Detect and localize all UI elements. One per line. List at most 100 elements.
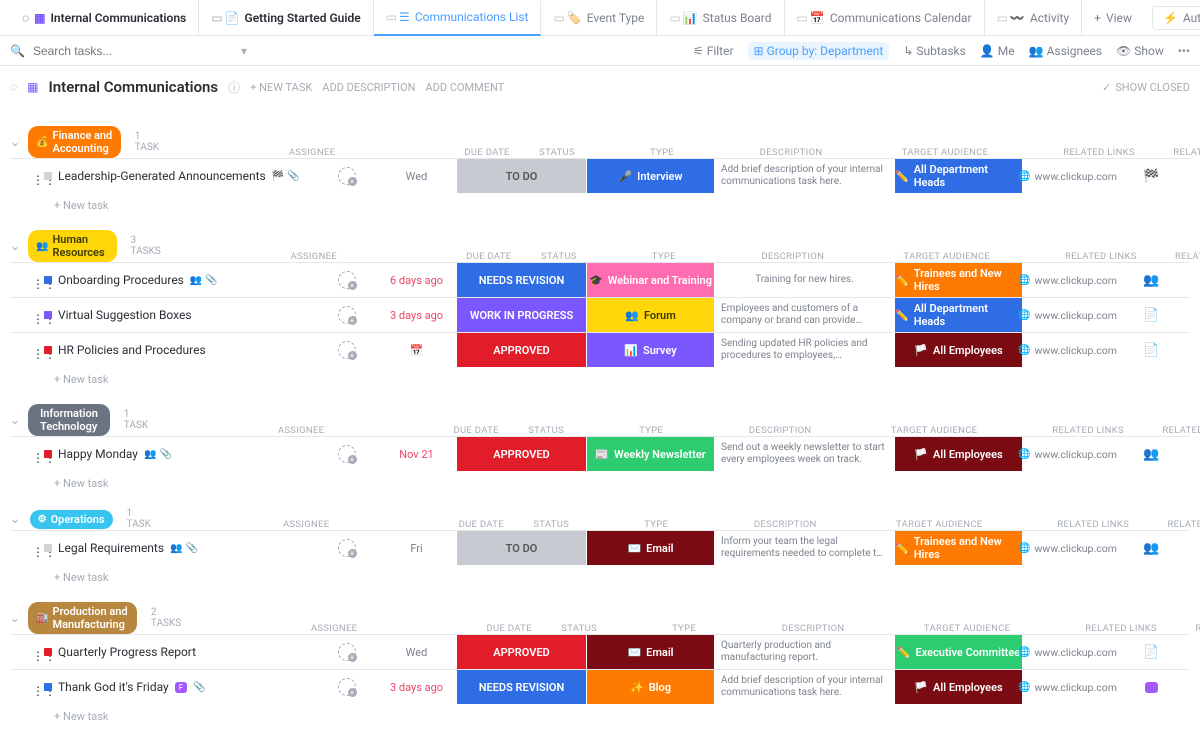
audience-chip[interactable]: ✏️All Department Heads bbox=[895, 159, 1022, 193]
task-name[interactable]: Thank God it's Friday bbox=[58, 680, 169, 694]
related-link[interactable]: 🌐www.clickup.com bbox=[1018, 344, 1117, 357]
chevron-down-icon[interactable]: ▾ bbox=[241, 44, 247, 58]
add-comment-button[interactable]: ADD COMMENT bbox=[425, 81, 504, 94]
audience-chip[interactable]: ✏️Trainees and New Hires bbox=[895, 531, 1022, 565]
status-chip[interactable]: APPROVED bbox=[457, 333, 586, 367]
assignee-add[interactable] bbox=[338, 539, 356, 557]
type-chip[interactable]: 📊Survey bbox=[587, 333, 714, 367]
related-link[interactable]: 🌐www.clickup.com bbox=[1018, 681, 1117, 694]
new-task-button[interactable]: + New task bbox=[10, 565, 1190, 584]
due-date[interactable]: 6 days ago bbox=[390, 274, 443, 287]
file-icon[interactable]: 🏁 bbox=[1143, 169, 1159, 184]
nav-tab-activity[interactable]: ▭〰️Activity bbox=[985, 0, 1083, 35]
task-row[interactable]: ⋮⋮ Virtual Suggestion Boxes 3 days ago W… bbox=[10, 297, 1190, 332]
task-row[interactable]: ⋮⋮ Thank God it's Friday F 📎 3 days ago … bbox=[10, 669, 1190, 704]
drag-handle-icon[interactable]: ⋮⋮ bbox=[32, 347, 38, 353]
type-chip[interactable]: 🎓Webinar and Training bbox=[587, 263, 714, 297]
status-square[interactable] bbox=[44, 311, 52, 319]
status-square[interactable] bbox=[44, 544, 52, 552]
assignee-add[interactable] bbox=[338, 167, 356, 185]
related-link[interactable]: 🌐www.clickup.com bbox=[1018, 309, 1117, 322]
type-chip[interactable]: 👥Forum bbox=[587, 298, 714, 332]
due-date[interactable]: 3 days ago bbox=[390, 309, 443, 322]
status-chip[interactable]: TO DO bbox=[457, 159, 586, 193]
drag-handle-icon[interactable]: ⋮⋮ bbox=[32, 545, 38, 551]
file-icon[interactable]: 👥 bbox=[1143, 541, 1159, 556]
new-task-button[interactable]: + New task bbox=[10, 367, 1190, 386]
collapse-all-icon[interactable]: ◌ bbox=[10, 80, 17, 94]
nav-tab-communications-calendar[interactable]: ▭📅Communications Calendar bbox=[785, 0, 985, 35]
file-icon[interactable]: 📄 bbox=[1143, 645, 1159, 660]
status-chip[interactable]: APPROVED bbox=[457, 437, 586, 471]
new-task-button[interactable]: + New task bbox=[10, 471, 1190, 490]
due-date[interactable]: Fri bbox=[410, 542, 422, 555]
audience-chip[interactable]: 🏳️All Employees bbox=[895, 333, 1022, 367]
due-date[interactable]: Wed bbox=[406, 646, 428, 659]
due-date[interactable]: Nov 21 bbox=[399, 448, 433, 461]
related-link[interactable]: 🌐www.clickup.com bbox=[1018, 448, 1117, 461]
drag-handle-icon[interactable]: ⋮⋮ bbox=[32, 173, 38, 179]
assignee-add[interactable] bbox=[338, 271, 356, 289]
audience-chip[interactable]: 🏳️All Employees bbox=[895, 670, 1022, 704]
audience-chip[interactable]: ✏️Trainees and New Hires bbox=[895, 263, 1022, 297]
nav-tab-event-type[interactable]: ▭🏷️Event Type bbox=[541, 0, 657, 35]
collapse-icon[interactable]: ⌄ bbox=[10, 413, 20, 427]
status-square[interactable] bbox=[44, 683, 52, 691]
new-task-button[interactable]: + NEW TASK bbox=[250, 81, 312, 94]
status-square[interactable] bbox=[44, 450, 52, 458]
group-by-button[interactable]: ⊞Group by: Department bbox=[748, 42, 890, 60]
related-link[interactable]: 🌐www.clickup.com bbox=[1018, 542, 1117, 555]
due-date-icon[interactable]: 📅 bbox=[410, 344, 424, 357]
type-chip[interactable]: ✨Blog bbox=[587, 670, 714, 704]
status-chip[interactable]: WORK IN PROGRESS bbox=[457, 298, 586, 332]
subtasks-button[interactable]: ↳Subtasks bbox=[903, 44, 965, 58]
group-pill[interactable]: 🏭 Production and Manufacturing bbox=[28, 602, 137, 634]
show-closed-button[interactable]: ✓ SHOW CLOSED bbox=[1102, 81, 1190, 94]
drag-handle-icon[interactable]: ⋮⋮ bbox=[32, 451, 38, 457]
audience-chip[interactable]: ✏️Executive Committee bbox=[895, 635, 1022, 669]
new-task-button[interactable]: + New task bbox=[10, 704, 1190, 723]
audience-chip[interactable]: 🏳️All Employees bbox=[895, 437, 1022, 471]
status-chip[interactable]: NEEDS REVISION bbox=[457, 670, 586, 704]
drag-handle-icon[interactable]: ⋮⋮ bbox=[32, 684, 38, 690]
type-chip[interactable]: ✉️Email bbox=[587, 635, 714, 669]
task-row[interactable]: ⋮⋮ Onboarding Procedures 👥📎 6 days ago N… bbox=[10, 262, 1190, 297]
filter-button[interactable]: ⚟Filter bbox=[693, 44, 734, 58]
task-name[interactable]: Onboarding Procedures bbox=[58, 273, 184, 287]
due-date[interactable]: Wed bbox=[406, 170, 428, 183]
audience-chip[interactable]: ✏️All Department Heads bbox=[895, 298, 1022, 332]
type-chip[interactable]: 🎤Interview bbox=[587, 159, 714, 193]
assignee-add[interactable] bbox=[338, 643, 356, 661]
drag-handle-icon[interactable]: ⋮⋮ bbox=[32, 649, 38, 655]
search-input[interactable] bbox=[31, 43, 231, 59]
type-chip[interactable]: ✉️Email bbox=[587, 531, 714, 565]
file-icon[interactable]: 📄 bbox=[1143, 343, 1159, 358]
assignee-add[interactable] bbox=[338, 306, 356, 324]
status-chip[interactable]: NEEDS REVISION bbox=[457, 263, 586, 297]
status-square[interactable] bbox=[44, 172, 52, 180]
task-row[interactable]: ⋮⋮ Leadership-Generated Announcements 🏁📎… bbox=[10, 158, 1190, 193]
new-task-button[interactable]: + New task bbox=[10, 193, 1190, 212]
related-link[interactable]: 🌐www.clickup.com bbox=[1018, 274, 1117, 287]
collapse-icon[interactable]: ⌄ bbox=[10, 135, 20, 149]
status-chip[interactable]: APPROVED bbox=[457, 635, 586, 669]
info-icon[interactable]: ⓘ bbox=[228, 79, 240, 96]
assignee-add[interactable] bbox=[338, 445, 356, 463]
show-button[interactable]: 👁Show bbox=[1116, 44, 1164, 58]
assignee-add[interactable] bbox=[338, 678, 356, 696]
group-pill[interactable]: 👥 Human Resources bbox=[28, 230, 116, 262]
group-pill[interactable]: ⚙ Operations bbox=[30, 510, 113, 529]
group-pill[interactable]: Information Technology bbox=[28, 404, 110, 436]
nav-tab-communications-list[interactable]: ▭☰Communications List bbox=[374, 1, 542, 36]
task-row[interactable]: ⋮⋮ Quarterly Progress Report Wed APPROVE… bbox=[10, 634, 1190, 669]
me-button[interactable]: 👤Me bbox=[980, 44, 1015, 58]
file-icon[interactable]: 👥 bbox=[1143, 447, 1159, 462]
drag-handle-icon[interactable]: ⋮⋮ bbox=[32, 312, 38, 318]
collapse-icon[interactable]: ⌄ bbox=[10, 239, 20, 253]
add-view-button[interactable]: + View bbox=[1082, 0, 1144, 35]
task-name[interactable]: Virtual Suggestion Boxes bbox=[58, 308, 192, 322]
task-name[interactable]: Leadership-Generated Announcements bbox=[58, 169, 266, 183]
group-pill[interactable]: 💰 Finance and Accounting bbox=[28, 126, 121, 158]
file-badge[interactable] bbox=[1145, 682, 1159, 693]
status-square[interactable] bbox=[44, 276, 52, 284]
